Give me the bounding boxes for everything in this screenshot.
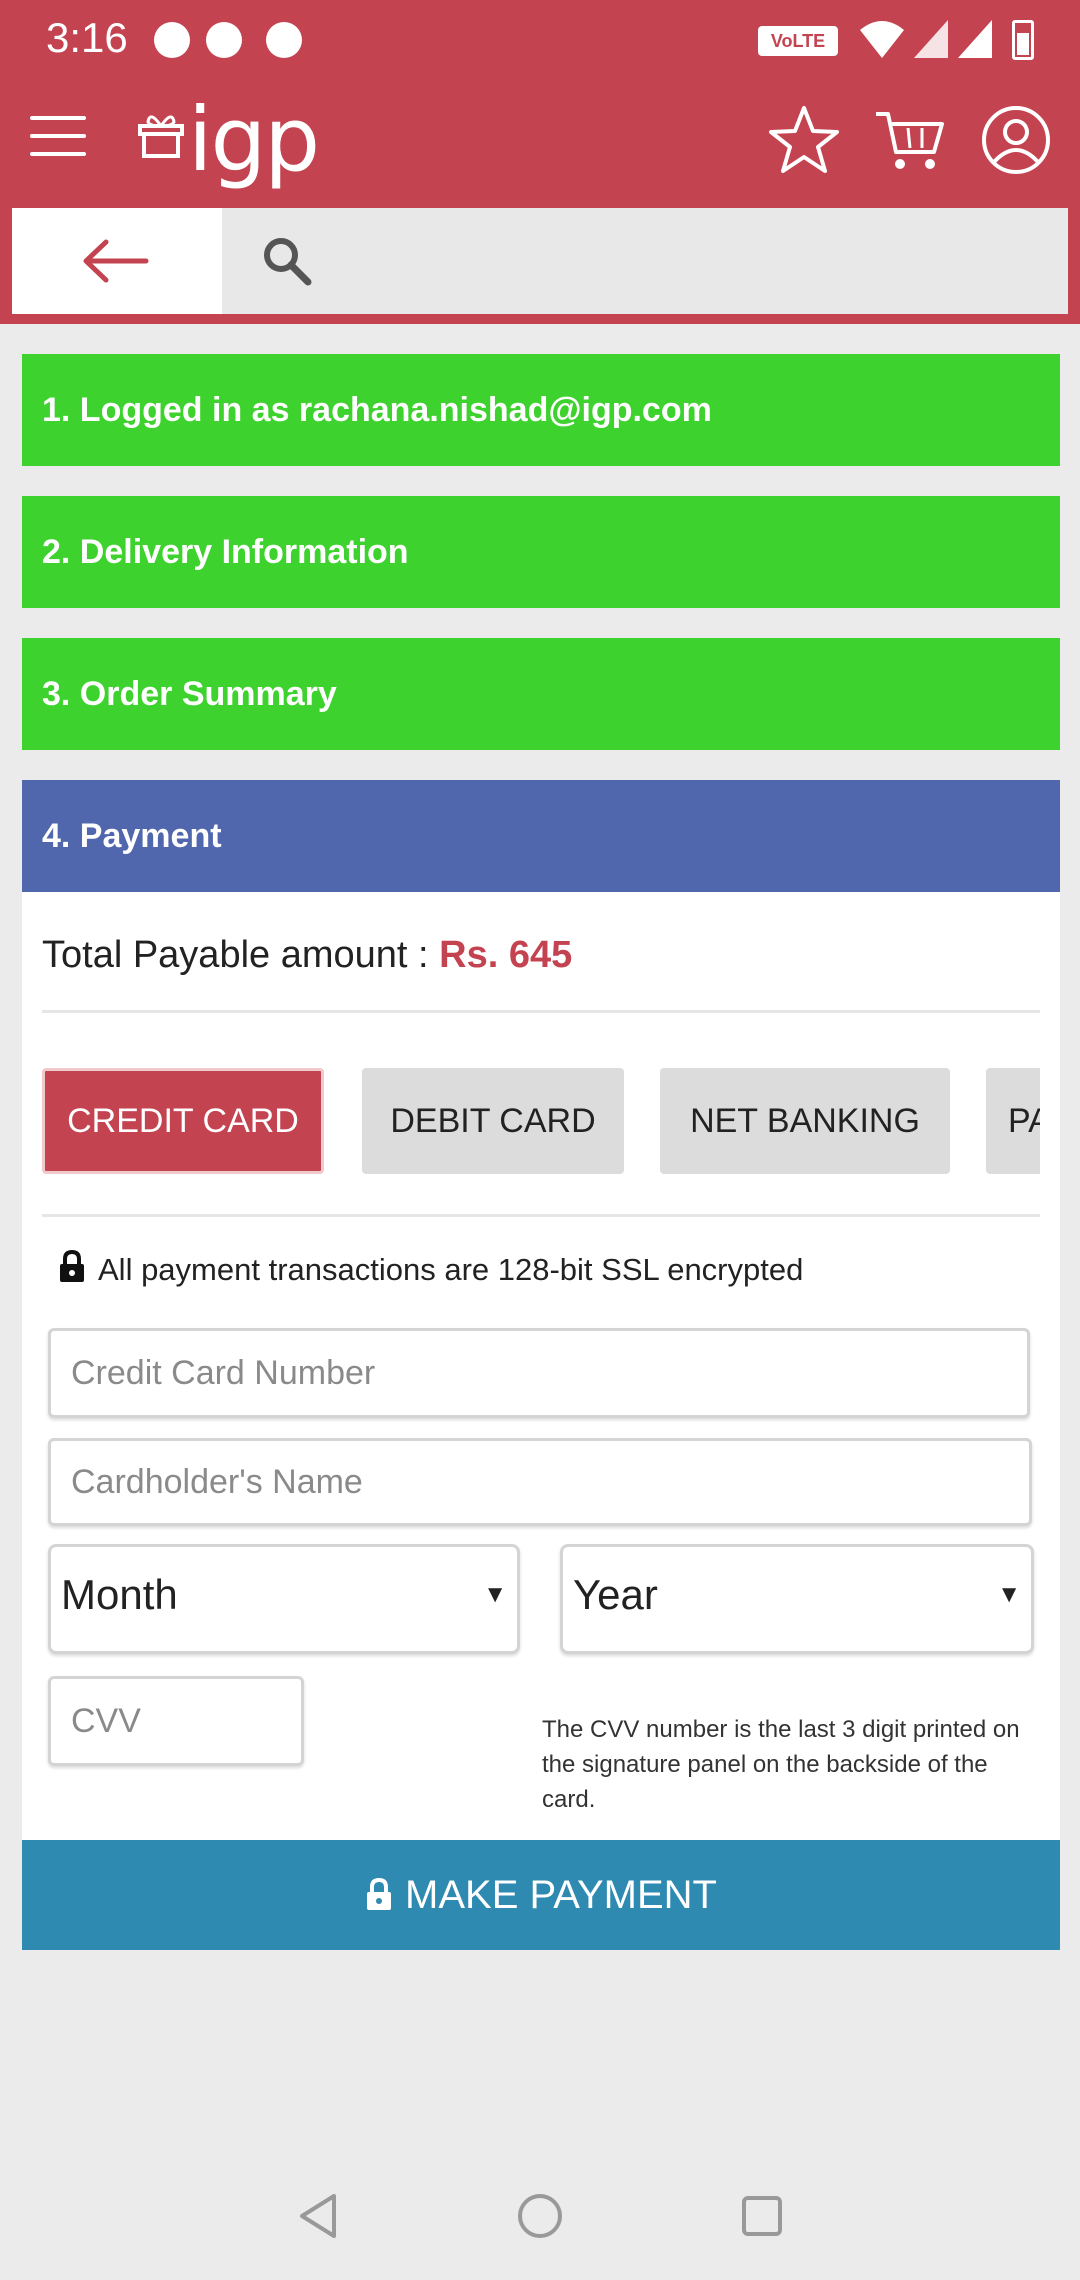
status-bar: 3:16 VoLTE <box>0 0 1080 80</box>
tab-more[interactable]: PA <box>986 1068 1040 1174</box>
month-value: Month <box>61 1571 178 1618</box>
status-time: 3:16 <box>46 14 128 61</box>
chat-bubble-icon <box>154 22 190 58</box>
top-bar: 3:16 VoLTE igp <box>0 0 1080 324</box>
step-order-summary[interactable]: 3. Order Summary <box>22 638 1060 750</box>
chevron-down-icon: ▼ <box>997 1581 1021 1608</box>
step-logged-in[interactable]: 1. Logged in as rachana.nishad@igp.com <box>22 354 1060 466</box>
tab-net-banking[interactable]: NET BANKING <box>660 1068 950 1174</box>
wifi-icon <box>860 21 904 58</box>
divider <box>42 1214 1040 1217</box>
expiry-month-select[interactable]: Month ▼ <box>48 1544 520 1654</box>
cvv-input[interactable] <box>48 1676 304 1766</box>
app-logo[interactable]: igp <box>188 88 320 191</box>
tab-credit-card[interactable]: CREDIT CARD <box>42 1068 324 1174</box>
back-triangle-icon[interactable] <box>294 2190 346 2242</box>
pinterest-icon <box>266 22 302 58</box>
expiry-year-select[interactable]: Year ▼ <box>560 1544 1034 1654</box>
credit-card-number-input[interactable] <box>48 1328 1030 1418</box>
payment-method-tabs: CREDIT CARD DEBIT CARD NET BANKING PA <box>42 1068 1040 1178</box>
logo-gift-icon <box>138 115 184 158</box>
menu-icon[interactable] <box>30 116 86 166</box>
search-input[interactable] <box>332 218 1052 304</box>
arrow-left-icon <box>83 239 149 283</box>
cardholder-name-input[interactable] <box>48 1438 1032 1526</box>
system-nav-bar <box>0 2150 1080 2280</box>
step-delivery-information[interactable]: 2. Delivery Information <box>22 496 1060 608</box>
payment-panel: Total Payable amount : Rs. 645 CREDIT CA… <box>22 892 1060 1842</box>
battery-icon <box>1012 20 1034 60</box>
secure-note: All payment transactions are 128-bit SSL… <box>58 1250 803 1288</box>
divider <box>42 1010 1040 1013</box>
total-label: Total Payable amount : <box>42 934 440 976</box>
cart-icon[interactable] <box>872 102 948 178</box>
lock-icon <box>367 1878 392 1910</box>
checkout-content: 1. Logged in as rachana.nishad@igp.com 2… <box>22 354 1060 1842</box>
total-amount: Rs. 645 <box>439 934 573 976</box>
chevron-down-icon: ▼ <box>483 1581 507 1608</box>
make-payment-button[interactable]: MAKE PAYMENT <box>22 1840 1060 1950</box>
back-button[interactable] <box>12 208 222 314</box>
app-bar: igp <box>0 80 1080 210</box>
search-bar <box>12 208 1068 314</box>
star-icon[interactable] <box>766 102 842 178</box>
cvv-help-text: The CVV number is the last 3 digit print… <box>542 1716 1020 1813</box>
volte-badge: VoLTE <box>758 26 838 56</box>
make-payment-label: MAKE PAYMENT <box>405 1873 717 1917</box>
year-value: Year <box>573 1571 658 1618</box>
step-payment[interactable]: 4. Payment <box>22 780 1060 892</box>
signal-icon <box>914 20 948 58</box>
search-icon[interactable] <box>260 234 314 288</box>
tab-debit-card[interactable]: DEBIT CARD <box>362 1068 624 1174</box>
total-payable: Total Payable amount : Rs. 645 <box>42 934 572 977</box>
lock-icon <box>60 1250 84 1282</box>
account-icon[interactable] <box>978 102 1054 178</box>
signal-icon <box>958 20 992 58</box>
secure-note-text: All payment transactions are 128-bit SSL… <box>98 1252 804 1287</box>
home-circle-icon[interactable] <box>514 2190 566 2242</box>
message-icon <box>206 22 242 58</box>
recents-square-icon[interactable] <box>736 2190 788 2242</box>
